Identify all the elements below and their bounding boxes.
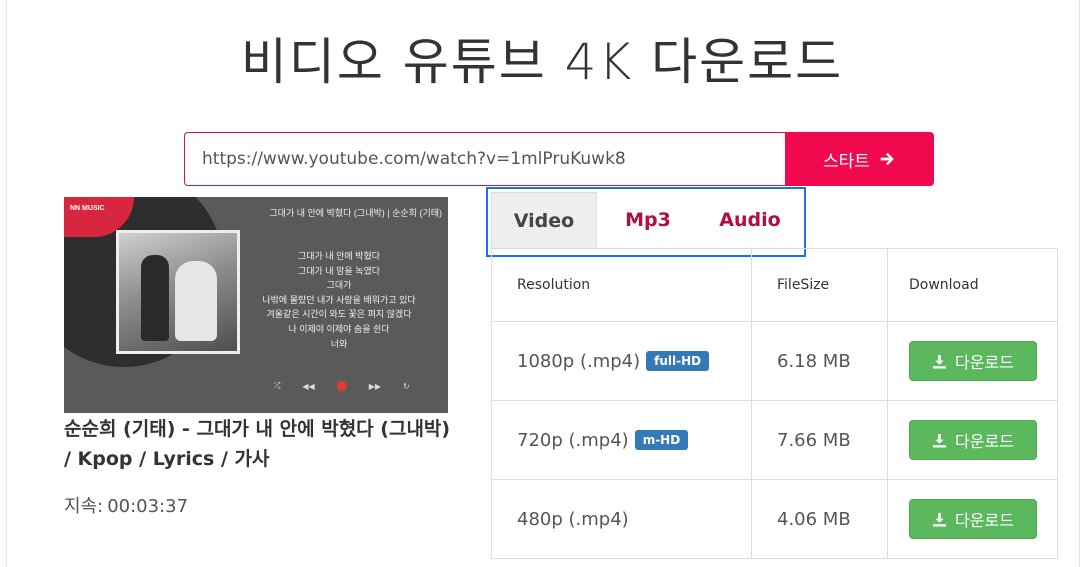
resolution-cell: 1080p (.mp4) full-HD [492, 322, 752, 400]
download-button[interactable]: 다운로드 [909, 420, 1037, 460]
video-title: 순순희 (기태) - 그대가 내 안에 박혔다 (그내박) / Kpop / L… [64, 418, 451, 470]
channel-logo: NN MUSIC [70, 205, 105, 212]
table-header-row: Resolution FileSize Download [492, 249, 1057, 322]
resolution-text: 1080p (.mp4) [517, 350, 641, 372]
next-icon: ▶▶ [368, 381, 382, 391]
lyric-line: 나밖에 몰랐던 내가 사랑을 배워가고 있다 [262, 294, 416, 305]
thumbnail-lyrics: 그대가 내 안에 박혔다 그대가 내 맘을 녹였다 그대가 나밖에 몰랐던 내가… [254, 249, 424, 351]
video-thumbnail[interactable]: NN MUSIC 그대가 내 안에 박혔다 (그내박) | 순순희 (기태) 그… [64, 197, 448, 413]
arrow-right-icon [880, 152, 894, 166]
couple-photo [116, 230, 240, 354]
video-duration: 지속: 00:03:37 [64, 492, 188, 518]
header-filesize: FileSize [752, 249, 888, 321]
lyric-line: 겨울같은 시간이 와도 꽃은 펴지 않겠다 [266, 309, 412, 320]
shuffle-icon: ⤮ [274, 381, 281, 390]
resolution-cell: 480p (.mp4) [492, 480, 752, 558]
resolution-cell: 720p (.mp4) m-HD [492, 401, 752, 479]
lyric-line: 나 이제야 이제야 숨을 쉰다 [288, 323, 390, 334]
download-button-label: 다운로드 [955, 432, 1014, 451]
format-tabs: Video Mp3 Audio [491, 192, 801, 248]
header-resolution: Resolution [492, 249, 752, 321]
download-button[interactable]: 다운로드 [909, 341, 1037, 381]
lyric-line: 그대가 내 맘을 녹였다 [297, 265, 381, 276]
page-title: 비디오 유튜브 4K 다운로드 [240, 33, 844, 91]
download-button-label: 다운로드 [955, 353, 1014, 372]
lyric-line: 그대가 [326, 280, 352, 291]
download-icon [932, 512, 947, 527]
filesize-cell: 4.06 MB [752, 480, 888, 558]
download-icon [932, 354, 947, 369]
previous-icon: ◀◀ [302, 381, 315, 391]
download-icon [932, 433, 947, 448]
player-controls: ⤮ ◀◀ ▶▶ ↻ [274, 381, 410, 391]
download-button-label: 다운로드 [955, 511, 1014, 530]
table-row: 480p (.mp4) 4.06 MB 다운로드 [492, 480, 1057, 559]
play-icon [336, 381, 347, 391]
table-row: 1080p (.mp4) full-HD 6.18 MB 다운로드 [492, 322, 1057, 401]
lyric-line: 그대가 내 안에 박혔다 [297, 251, 381, 261]
download-cell: 다운로드 [888, 401, 1057, 479]
table-row: 720p (.mp4) m-HD 7.66 MB 다운로드 [492, 401, 1057, 480]
tab-audio[interactable]: Audio [699, 192, 801, 248]
filesize-cell: 7.66 MB [752, 401, 888, 479]
resolution-text: 480p (.mp4) [517, 508, 629, 530]
start-button[interactable]: 스타트 [785, 132, 934, 186]
header-download: Download [909, 277, 979, 293]
url-form: 스타트 [184, 132, 934, 186]
duration-label: 지속: [64, 496, 104, 517]
repeat-icon: ↻ [403, 381, 410, 391]
url-input[interactable] [184, 132, 785, 186]
tab-mp3[interactable]: Mp3 [597, 192, 699, 248]
tab-video[interactable]: Video [491, 192, 597, 248]
download-button[interactable]: 다운로드 [909, 499, 1037, 539]
quality-badge: full-HD [646, 351, 710, 371]
filesize-cell: 6.18 MB [752, 322, 888, 400]
figure-bride [175, 261, 217, 341]
start-button-label: 스타트 [823, 151, 870, 172]
quality-badge: m-HD [634, 430, 689, 450]
download-table: Resolution FileSize Download 1080p (.mp4… [491, 248, 1058, 559]
resolution-text: 720p (.mp4) [517, 429, 629, 451]
lyric-line: 너와 [330, 338, 348, 349]
thumbnail-song-heading: 그대가 내 안에 박혔다 (그내박) | 순순희 (기태) [269, 208, 442, 218]
download-cell: 다운로드 [888, 480, 1057, 558]
duration-value: 00:03:37 [107, 496, 189, 517]
figure-groom [141, 255, 169, 341]
download-cell: 다운로드 [888, 322, 1057, 400]
